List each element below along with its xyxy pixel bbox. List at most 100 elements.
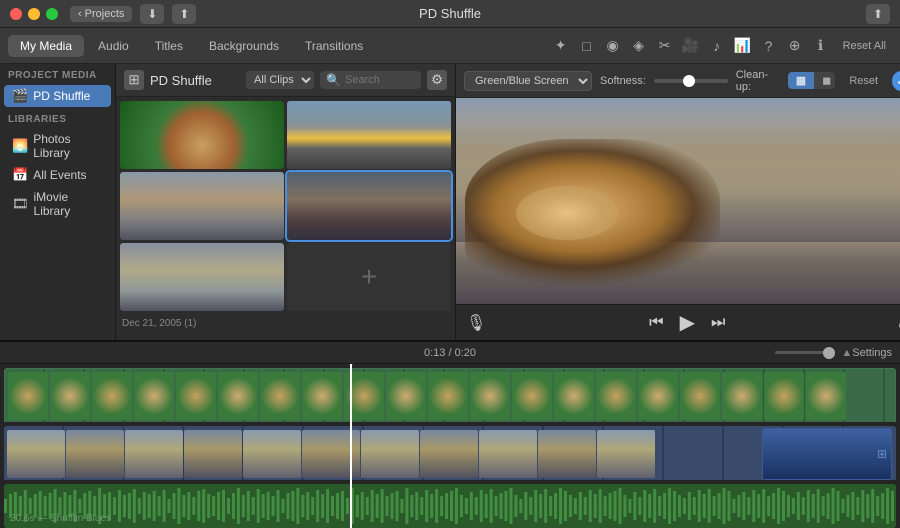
forward-button[interactable]: ⏭ xyxy=(711,314,725,332)
tab-transitions[interactable]: Transitions xyxy=(293,35,375,57)
traffic-lights xyxy=(10,8,58,20)
frame-thumb xyxy=(386,372,426,420)
tab-audio[interactable]: Audio xyxy=(86,35,141,57)
maximize-button[interactable] xyxy=(46,8,58,20)
audio-track-clip[interactable]: 20.6s — Shufflin Blues xyxy=(4,484,896,528)
minimize-button[interactable] xyxy=(28,8,40,20)
tab-my-media[interactable]: My Media xyxy=(8,35,84,57)
import-button[interactable]: ⬇ xyxy=(140,4,164,24)
nav-item-imovie-library[interactable]: 🎞 iMovie Library xyxy=(4,187,111,221)
timeline-header: ▲ 0:13 / 0:20 Settings xyxy=(0,342,900,364)
audio-waveform: 20.6s — Shufflin Blues xyxy=(4,484,896,528)
chevron-left-icon: ‹ xyxy=(78,8,82,20)
nav-item-pd-shuffle[interactable]: 🎬 PD Shuffle xyxy=(4,85,111,107)
cleanup-edges-button[interactable]: ▩ xyxy=(788,72,814,89)
keying-select[interactable]: Green/Blue Screen xyxy=(464,71,592,91)
magic-wand-icon[interactable]: ✦ xyxy=(551,36,571,56)
main-toolbar: My Media Audio Titles Backgrounds Transi… xyxy=(0,28,900,64)
softness-slider[interactable] xyxy=(654,79,728,83)
media-thumb-3[interactable] xyxy=(120,172,284,240)
settings-gear-icon[interactable]: ⚙ xyxy=(427,70,447,90)
info-icon[interactable]: ℹ xyxy=(811,36,831,56)
media-thumb-5[interactable] xyxy=(120,243,284,311)
street-frame-thumb xyxy=(184,430,242,478)
frame-thumb xyxy=(8,372,48,420)
nav-label-events: All Events xyxy=(33,168,86,182)
frame-thumb xyxy=(302,372,342,420)
frame-thumb xyxy=(554,372,594,420)
frame-thumb xyxy=(680,372,720,420)
street-track-inner: ⊞ xyxy=(4,426,896,480)
street-frame-thumb xyxy=(243,430,301,478)
street-track-clip[interactable]: ⊞ xyxy=(4,426,896,480)
rewind-button[interactable]: ⏮ xyxy=(649,314,663,332)
camera-icon[interactable]: 🎥 xyxy=(681,36,701,56)
softness-label: Softness: xyxy=(600,75,646,87)
zoom-up-icon[interactable]: ▲ xyxy=(841,347,852,359)
preview-video xyxy=(456,98,900,304)
preview-area xyxy=(456,98,900,304)
trim-icon[interactable]: ✂ xyxy=(655,36,675,56)
frame-thumb xyxy=(470,372,510,420)
grid-view-button[interactable]: ⊞ xyxy=(124,70,144,90)
hamster-track-inner xyxy=(5,369,895,422)
confirm-button[interactable]: ✓ xyxy=(892,71,900,91)
back-button[interactable]: ‹ Projects xyxy=(70,6,132,22)
timeline-zoom: ▲ xyxy=(775,347,852,359)
timeline-timecode: 0:13 / 0:20 xyxy=(424,347,476,359)
export-button[interactable]: ⬆ xyxy=(172,4,196,24)
cleanup-toggle-group: ▩ ◼ xyxy=(788,72,836,89)
tab-titles[interactable]: Titles xyxy=(143,35,195,57)
date-label: Dec 21, 2005 (1) xyxy=(120,314,451,331)
help-icon[interactable]: ? xyxy=(759,36,779,56)
play-button[interactable]: ▶ xyxy=(680,310,695,335)
timeline-content: ⊞ xyxy=(0,364,900,528)
library-icon: 🎞 xyxy=(12,196,29,212)
chart-icon[interactable]: 📊 xyxy=(733,36,753,56)
frame-thumb xyxy=(92,372,132,420)
cleanup-matte-button[interactable]: ◼ xyxy=(814,72,835,89)
crop-icon[interactable]: □ xyxy=(577,36,597,56)
left-panel: PROJECT MEDIA 🎬 PD Shuffle LIBRARIES 🌅 P… xyxy=(0,64,116,340)
audio-icon[interactable]: ♪ xyxy=(707,36,727,56)
reset-button[interactable]: Reset xyxy=(843,73,884,89)
search-input[interactable] xyxy=(345,74,415,86)
close-button[interactable] xyxy=(10,8,22,20)
filter-icon[interactable]: ◈ xyxy=(629,36,649,56)
media-thumb-1[interactable] xyxy=(120,101,284,169)
street-frame-thumb xyxy=(361,430,419,478)
mic-button[interactable]: 🎙 xyxy=(466,313,486,333)
share-button[interactable]: ⬆ xyxy=(866,4,890,24)
tab-backgrounds[interactable]: Backgrounds xyxy=(197,35,291,57)
frame-thumb xyxy=(50,372,90,420)
toolbar-icons: ✦ □ ◉ ◈ ✂ 🎥 ♪ 📊 ? ⊕ ℹ Reset All xyxy=(551,36,892,56)
keying-toolbar: Green/Blue Screen Softness: Clean-up: ▩ … xyxy=(456,64,900,98)
street-frame-thumb xyxy=(66,430,124,478)
search-box: 🔍 xyxy=(320,71,421,89)
nav-item-all-events[interactable]: 📅 All Events xyxy=(4,164,111,186)
timeline-settings-button[interactable]: Settings xyxy=(852,347,892,359)
frame-thumb xyxy=(428,372,468,420)
speed-icon[interactable]: ⊕ xyxy=(785,36,805,56)
playhead[interactable] xyxy=(350,364,352,528)
search-icon: 🔍 xyxy=(326,73,341,87)
hamster-track-clip[interactable] xyxy=(4,368,896,422)
color-icon[interactable]: ◉ xyxy=(603,36,623,56)
clips-select[interactable]: All Clips xyxy=(246,71,314,89)
photos-icon: 🌅 xyxy=(12,138,28,154)
main-content: PROJECT MEDIA 🎬 PD Shuffle LIBRARIES 🌅 P… xyxy=(0,64,900,340)
add-clip-button[interactable]: + xyxy=(287,243,451,311)
reset-all-button[interactable]: Reset All xyxy=(837,38,892,54)
preview-controls: 🎙 ⏮ ▶ ⏭ ⤢ xyxy=(456,304,900,340)
events-icon: 📅 xyxy=(12,167,28,183)
blue-clip-overlay[interactable]: ⊞ xyxy=(762,428,892,480)
media-thumb-4[interactable] xyxy=(287,172,451,240)
audio-track-label: 20.6s — Shufflin Blues xyxy=(10,513,111,524)
media-thumb-2[interactable] xyxy=(287,101,451,169)
zoom-slider[interactable] xyxy=(775,351,835,354)
street-frame-thumb xyxy=(479,430,537,478)
audio-track-inner: 20.6s — Shufflin Blues xyxy=(4,484,896,528)
project-media-title: PROJECT MEDIA xyxy=(0,64,115,84)
street-track: ⊞ xyxy=(0,424,900,480)
nav-item-photos-library[interactable]: 🌅 Photos Library xyxy=(4,129,111,163)
